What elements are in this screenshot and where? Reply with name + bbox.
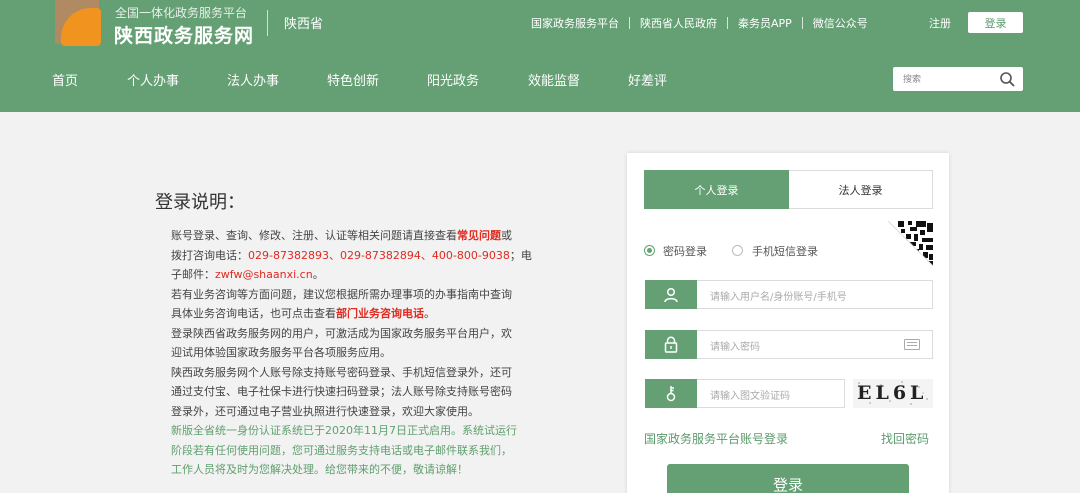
faq-link[interactable]: 常见问题 [457, 229, 501, 242]
nav-item-home[interactable]: 首页 [52, 70, 78, 89]
logo-divider [267, 10, 268, 36]
info-text-line: 账号登录、查询、修改、注册、认证等相关问题请直接查看 [171, 229, 457, 242]
top-link-divider [629, 17, 630, 29]
tab-personal-login[interactable]: 个人登录 [644, 170, 789, 209]
login-submit-button[interactable]: 登录 [667, 464, 909, 493]
key-icon [645, 379, 697, 408]
captcha-field[interactable]: 请输入图文验证码 [645, 379, 845, 408]
nav-item-sunshine[interactable]: 阳光政务 [427, 70, 479, 89]
notice-text-line: 工作人员将及时为您解决处理。给您带来的不便，敬请谅解！ [171, 463, 468, 476]
site-logo-icon[interactable] [55, 0, 103, 46]
info-text-line: 登录陕西省政务服务网的用户，可激活成为国家政务服务平台用户，欢 [171, 326, 512, 340]
search-input[interactable]: 搜索 [903, 72, 921, 85]
top-link-divider [727, 17, 728, 29]
nav-item-rating[interactable]: 好差评 [628, 70, 667, 89]
top-link-wechat[interactable]: 微信公众号 [813, 15, 868, 31]
department-phone-link[interactable]: 部门业务咨询电话 [336, 307, 424, 320]
info-text-line: 登录外，还可通过电子营业执照进行快速登录，欢迎大家使用。 [171, 404, 479, 418]
username-field[interactable]: 请输入用户名/身份账号/手机号 [645, 280, 933, 309]
national-platform-login-link[interactable]: 国家政务服务平台账号登录 [644, 430, 788, 447]
captcha-input[interactable]: 请输入图文验证码 [710, 387, 790, 402]
email-link[interactable]: zwfw@shaanxi.cn [215, 268, 313, 281]
info-text-line: 子邮件： [171, 268, 215, 281]
phone-numbers: 029-87382893、029-87382894、400-800-9038 [248, 248, 510, 262]
nav-item-personal[interactable]: 个人办事 [127, 70, 179, 89]
notice-text-line: 阶段若有任何使用问题，您可通过服务支持电话或电子邮件联系我们， [171, 443, 512, 457]
info-text-line: 具体业务咨询电话，也可点击查看 [171, 307, 336, 320]
captcha-text: EL6L [857, 382, 928, 404]
username-input[interactable]: 请输入用户名/身份账号/手机号 [710, 288, 847, 303]
platform-tagline: 全国一体化政务服务平台 [115, 6, 248, 20]
keyboard-icon[interactable] [904, 339, 920, 350]
captcha-image[interactable]: EL6L [853, 379, 933, 408]
password-login-label[interactable]: 密码登录 [663, 243, 707, 259]
info-text-line: 陕西政务服务网个人账号除支持账号密码登录、手机短信登录外，还可 [171, 365, 512, 379]
info-text-line: 。 [312, 268, 324, 281]
search-box[interactable]: 搜索 [893, 67, 1023, 91]
info-text-line: ；电 [509, 248, 532, 262]
password-input[interactable]: 请输入密码 [710, 338, 760, 353]
info-text-line: 若有业务咨询等方面问题，建议您根据所需办理事项的办事指南中查询 [171, 287, 512, 301]
notice-text-line: 新版全省统一身份认证系统已于2020年11月7日正式启用。系统试运行 [171, 424, 517, 437]
info-text-line: 拨打咨询电话： [171, 248, 248, 262]
top-link-provincial-gov[interactable]: 陕西省人民政府 [640, 15, 717, 31]
radio-sms-login[interactable] [732, 245, 743, 256]
register-link[interactable]: 注册 [929, 15, 951, 31]
password-field[interactable]: 请输入密码 [645, 330, 933, 359]
info-title: 登录说明： [155, 192, 245, 213]
top-link-divider [801, 17, 803, 29]
top-links: 国家政务服务平台 陕西省人民政府 秦务员APP 微信公众号 [531, 15, 868, 31]
retrieve-password-link[interactable]: 找回密码 [881, 430, 929, 447]
top-link-app[interactable]: 秦务员APP [738, 15, 792, 31]
user-icon [645, 280, 697, 309]
info-text-line: 。 [424, 307, 435, 320]
region-selector[interactable]: 陕西省 [284, 13, 323, 32]
top-link-national-platform[interactable]: 国家政务服务平台 [531, 15, 619, 31]
search-icon[interactable] [999, 71, 1015, 87]
qr-code-icon[interactable] [888, 221, 933, 266]
tab-legal-login[interactable]: 法人登录 [789, 170, 933, 209]
sms-login-label[interactable]: 手机短信登录 [752, 243, 818, 259]
nav-item-legal[interactable]: 法人办事 [227, 70, 279, 89]
lock-icon [645, 330, 697, 359]
info-text-line: 或 [501, 229, 512, 242]
info-text-line: 通过支付宝、电子社保卡进行快速扫码登录；法人账号除支持账号密码 [171, 385, 512, 398]
info-text: 账号登录、查询、修改、注册、认证等相关问题请直接查看常见问题或 拨打咨询电话：0… [171, 226, 532, 480]
site-name[interactable]: 陕西政务服务网 [114, 21, 254, 48]
nav-item-supervision[interactable]: 效能监督 [528, 70, 580, 89]
site-header: 全国一体化政务服务平台 陕西政务服务网 陕西省 国家政务服务平台 陕西省人民政府… [0, 0, 1080, 112]
radio-password-login[interactable] [644, 245, 655, 256]
header-login-button[interactable]: 登录 [968, 12, 1023, 33]
info-text-line: 迎试用体验国家政务服务平台各项服务应用。 [171, 346, 391, 359]
nav-item-featured[interactable]: 特色创新 [327, 70, 379, 89]
